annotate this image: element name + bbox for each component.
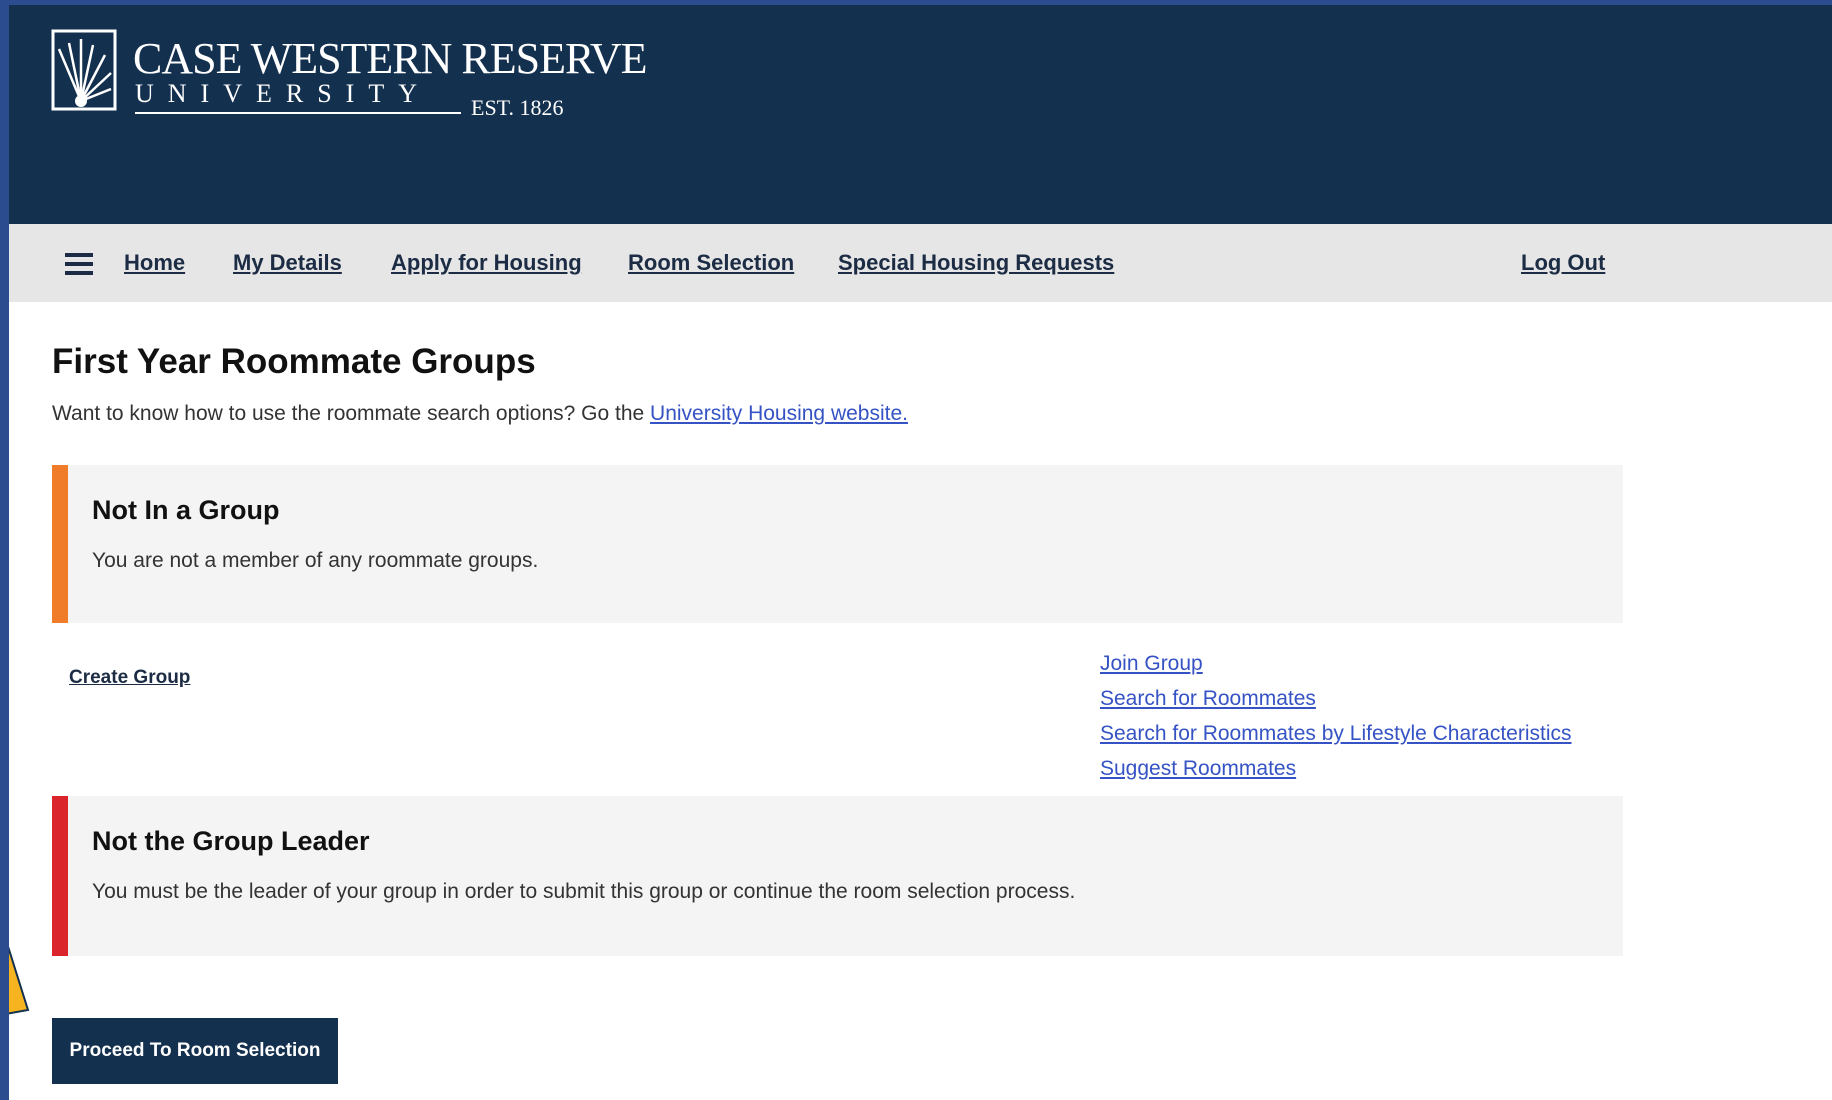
pointer-arrow-icon [9,946,30,1015]
join-group-link[interactable]: Join Group [1100,646,1572,681]
search-roommates-lifestyle-link[interactable]: Search for Roommates by Lifestyle Charac… [1100,716,1572,751]
proceed-to-room-selection-button[interactable]: Proceed To Room Selection [52,1018,338,1084]
main-nav: Home My Details Apply for Housing Room S… [9,224,1832,302]
search-roommates-link[interactable]: Search for Roommates [1100,681,1572,716]
alert-not-group-leader: Not the Group Leader You must be the lea… [52,796,1623,956]
nav-my-details[interactable]: My Details [233,250,342,276]
hamburger-menu-icon[interactable] [65,253,93,275]
cwru-logo-icon [51,29,117,111]
logo-subtitle: UNIVERSITY [135,79,431,108]
logo-rule [135,112,461,114]
alert-title: Not the Group Leader [92,826,370,856]
alert-title: Not In a Group [92,495,280,525]
create-group-link[interactable]: Create Group [69,667,190,689]
site-header: CASE WESTERN RESERVE UNIVERSITY EST. 182… [9,5,1832,224]
nav-home[interactable]: Home [124,250,185,276]
roommate-actions-list: Join Group Search for Roommates Search f… [1100,646,1572,786]
university-logo[interactable]: CASE WESTERN RESERVE UNIVERSITY EST. 182… [51,29,647,120]
nav-special-housing-requests[interactable]: Special Housing Requests [838,250,1114,276]
alert-message: You must be the leader of your group in … [92,880,1076,903]
alert-message: You are not a member of any roommate gro… [92,549,539,572]
university-housing-link[interactable]: University Housing website. [650,402,908,425]
logout-link[interactable]: Log Out [1521,250,1605,276]
nav-apply-for-housing[interactable]: Apply for Housing [391,250,582,276]
alert-accent-bar [52,796,68,956]
logo-wordmark: CASE WESTERN RESERVE [133,34,647,83]
page-title: First Year Roommate Groups [52,342,536,381]
main-content: First Year Roommate Groups Want to know … [9,302,1832,1100]
suggest-roommates-link[interactable]: Suggest Roommates [1100,751,1572,786]
alert-accent-bar [52,465,68,623]
page-frame: CASE WESTERN RESERVE UNIVERSITY EST. 182… [9,5,1832,1100]
logo-established: EST. 1826 [471,95,564,120]
intro-text: Want to know how to use the roommate sea… [52,402,908,426]
alert-not-in-group: Not In a Group You are not a member of a… [52,465,1623,623]
intro-text-body: Want to know how to use the roommate sea… [52,402,651,425]
nav-room-selection[interactable]: Room Selection [628,250,794,276]
